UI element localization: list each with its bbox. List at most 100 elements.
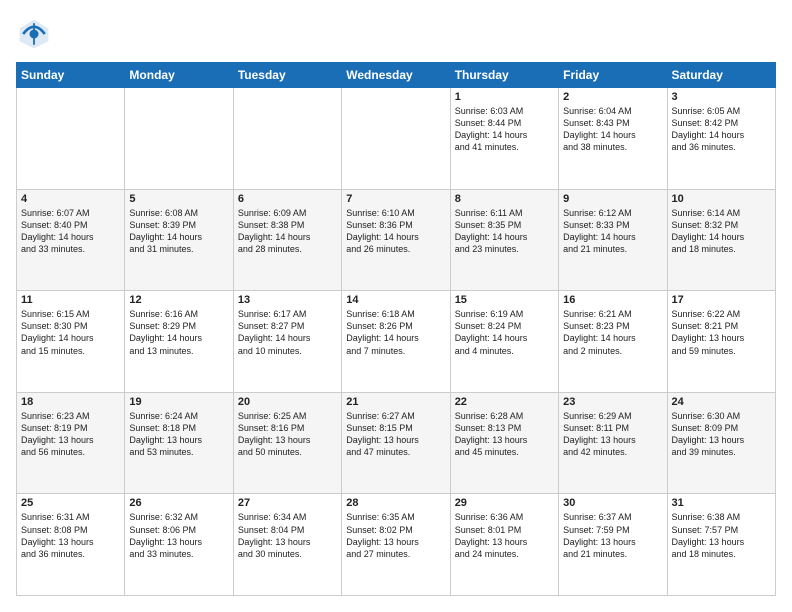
day-detail: Sunrise: 6:12 AM Sunset: 8:33 PM Dayligh… [563, 207, 662, 256]
table-row [342, 88, 450, 190]
table-row [17, 88, 125, 190]
day-detail: Sunrise: 6:37 AM Sunset: 7:59 PM Dayligh… [563, 511, 662, 560]
day-detail: Sunrise: 6:29 AM Sunset: 8:11 PM Dayligh… [563, 410, 662, 459]
day-number: 29 [455, 497, 554, 509]
calendar-week-row: 1 Sunrise: 6:03 AM Sunset: 8:44 PM Daylig… [17, 88, 776, 190]
day-number: 3 [672, 91, 771, 103]
day-number: 9 [563, 193, 662, 205]
day-number: 19 [129, 396, 228, 408]
table-row: 5 Sunrise: 6:08 AM Sunset: 8:39 PM Daylig… [125, 189, 233, 291]
day-detail: Sunrise: 6:21 AM Sunset: 8:23 PM Dayligh… [563, 308, 662, 357]
day-number: 28 [346, 497, 445, 509]
table-row: 26 Sunrise: 6:32 AM Sunset: 8:06 PM Dayli… [125, 494, 233, 596]
day-detail: Sunrise: 6:32 AM Sunset: 8:06 PM Dayligh… [129, 511, 228, 560]
table-row: 22 Sunrise: 6:28 AM Sunset: 8:13 PM Dayli… [450, 392, 558, 494]
day-number: 30 [563, 497, 662, 509]
day-detail: Sunrise: 6:28 AM Sunset: 8:13 PM Dayligh… [455, 410, 554, 459]
table-row: 25 Sunrise: 6:31 AM Sunset: 8:08 PM Dayli… [17, 494, 125, 596]
col-tuesday: Tuesday [233, 63, 341, 88]
table-row: 27 Sunrise: 6:34 AM Sunset: 8:04 PM Dayli… [233, 494, 341, 596]
day-number: 11 [21, 294, 120, 306]
day-number: 23 [563, 396, 662, 408]
table-row: 16 Sunrise: 6:21 AM Sunset: 8:23 PM Dayli… [559, 291, 667, 393]
day-number: 26 [129, 497, 228, 509]
table-row: 1 Sunrise: 6:03 AM Sunset: 8:44 PM Daylig… [450, 88, 558, 190]
calendar-table: Sunday Monday Tuesday Wednesday Thursday… [16, 62, 776, 596]
logo-area [16, 16, 56, 52]
day-detail: Sunrise: 6:05 AM Sunset: 8:42 PM Dayligh… [672, 105, 771, 154]
table-row: 14 Sunrise: 6:18 AM Sunset: 8:26 PM Dayli… [342, 291, 450, 393]
calendar-week-row: 4 Sunrise: 6:07 AM Sunset: 8:40 PM Daylig… [17, 189, 776, 291]
table-row: 3 Sunrise: 6:05 AM Sunset: 8:42 PM Daylig… [667, 88, 775, 190]
col-friday: Friday [559, 63, 667, 88]
day-detail: Sunrise: 6:07 AM Sunset: 8:40 PM Dayligh… [21, 207, 120, 256]
col-sunday: Sunday [17, 63, 125, 88]
day-number: 17 [672, 294, 771, 306]
day-detail: Sunrise: 6:25 AM Sunset: 8:16 PM Dayligh… [238, 410, 337, 459]
table-row: 10 Sunrise: 6:14 AM Sunset: 8:32 PM Dayli… [667, 189, 775, 291]
day-number: 12 [129, 294, 228, 306]
day-number: 10 [672, 193, 771, 205]
table-row: 24 Sunrise: 6:30 AM Sunset: 8:09 PM Dayli… [667, 392, 775, 494]
day-detail: Sunrise: 6:03 AM Sunset: 8:44 PM Dayligh… [455, 105, 554, 154]
day-number: 14 [346, 294, 445, 306]
day-number: 5 [129, 193, 228, 205]
day-detail: Sunrise: 6:34 AM Sunset: 8:04 PM Dayligh… [238, 511, 337, 560]
day-detail: Sunrise: 6:08 AM Sunset: 8:39 PM Dayligh… [129, 207, 228, 256]
day-number: 18 [21, 396, 120, 408]
table-row: 30 Sunrise: 6:37 AM Sunset: 7:59 PM Dayli… [559, 494, 667, 596]
day-number: 24 [672, 396, 771, 408]
day-detail: Sunrise: 6:18 AM Sunset: 8:26 PM Dayligh… [346, 308, 445, 357]
day-detail: Sunrise: 6:27 AM Sunset: 8:15 PM Dayligh… [346, 410, 445, 459]
day-number: 25 [21, 497, 120, 509]
table-row: 2 Sunrise: 6:04 AM Sunset: 8:43 PM Daylig… [559, 88, 667, 190]
table-row: 11 Sunrise: 6:15 AM Sunset: 8:30 PM Dayli… [17, 291, 125, 393]
day-number: 16 [563, 294, 662, 306]
table-row: 18Sunrise: 6:23 AM Sunset: 8:19 PM Dayli… [17, 392, 125, 494]
day-number: 21 [346, 396, 445, 408]
table-row: 15 Sunrise: 6:19 AM Sunset: 8:24 PM Dayli… [450, 291, 558, 393]
table-row: 28Sunrise: 6:35 AM Sunset: 8:02 PM Dayli… [342, 494, 450, 596]
day-number: 7 [346, 193, 445, 205]
day-detail: Sunrise: 6:19 AM Sunset: 8:24 PM Dayligh… [455, 308, 554, 357]
day-detail: Sunrise: 6:31 AM Sunset: 8:08 PM Dayligh… [21, 511, 120, 560]
day-detail: Sunrise: 6:15 AM Sunset: 8:30 PM Dayligh… [21, 308, 120, 357]
day-number: 2 [563, 91, 662, 103]
col-thursday: Thursday [450, 63, 558, 88]
day-number: 6 [238, 193, 337, 205]
calendar-week-row: 18Sunrise: 6:23 AM Sunset: 8:19 PM Dayli… [17, 392, 776, 494]
day-number: 31 [672, 497, 771, 509]
table-row: 8 Sunrise: 6:11 AM Sunset: 8:35 PM Daylig… [450, 189, 558, 291]
day-detail: Sunrise: 6:16 AM Sunset: 8:29 PM Dayligh… [129, 308, 228, 357]
table-row: 17 Sunrise: 6:22 AM Sunset: 8:21 PM Dayli… [667, 291, 775, 393]
day-number: 20 [238, 396, 337, 408]
generalblue-icon [16, 16, 52, 52]
day-number: 1 [455, 91, 554, 103]
table-row: 31Sunrise: 6:38 AM Sunset: 7:57 PM Dayli… [667, 494, 775, 596]
day-detail: Sunrise: 6:17 AM Sunset: 8:27 PM Dayligh… [238, 308, 337, 357]
day-detail: Sunrise: 6:10 AM Sunset: 8:36 PM Dayligh… [346, 207, 445, 256]
table-row: 7 Sunrise: 6:10 AM Sunset: 8:36 PM Daylig… [342, 189, 450, 291]
day-detail: Sunrise: 6:24 AM Sunset: 8:18 PM Dayligh… [129, 410, 228, 459]
day-detail: Sunrise: 6:14 AM Sunset: 8:32 PM Dayligh… [672, 207, 771, 256]
day-number: 8 [455, 193, 554, 205]
day-detail: Sunrise: 6:30 AM Sunset: 8:09 PM Dayligh… [672, 410, 771, 459]
table-row: 21 Sunrise: 6:27 AM Sunset: 8:15 PM Dayli… [342, 392, 450, 494]
day-detail: Sunrise: 6:09 AM Sunset: 8:38 PM Dayligh… [238, 207, 337, 256]
day-number: 13 [238, 294, 337, 306]
day-number: 4 [21, 193, 120, 205]
table-row: 20 Sunrise: 6:25 AM Sunset: 8:16 PM Dayli… [233, 392, 341, 494]
calendar-week-row: 11 Sunrise: 6:15 AM Sunset: 8:30 PM Dayli… [17, 291, 776, 393]
day-number: 22 [455, 396, 554, 408]
calendar-header-row: Sunday Monday Tuesday Wednesday Thursday… [17, 63, 776, 88]
day-number: 27 [238, 497, 337, 509]
day-detail: Sunrise: 6:11 AM Sunset: 8:35 PM Dayligh… [455, 207, 554, 256]
table-row: 6 Sunrise: 6:09 AM Sunset: 8:38 PM Daylig… [233, 189, 341, 291]
col-saturday: Saturday [667, 63, 775, 88]
day-detail: Sunrise: 6:04 AM Sunset: 8:43 PM Dayligh… [563, 105, 662, 154]
day-number: 15 [455, 294, 554, 306]
day-detail: Sunrise: 6:22 AM Sunset: 8:21 PM Dayligh… [672, 308, 771, 357]
col-monday: Monday [125, 63, 233, 88]
table-row: 29Sunrise: 6:36 AM Sunset: 8:01 PM Dayli… [450, 494, 558, 596]
header [16, 16, 776, 52]
